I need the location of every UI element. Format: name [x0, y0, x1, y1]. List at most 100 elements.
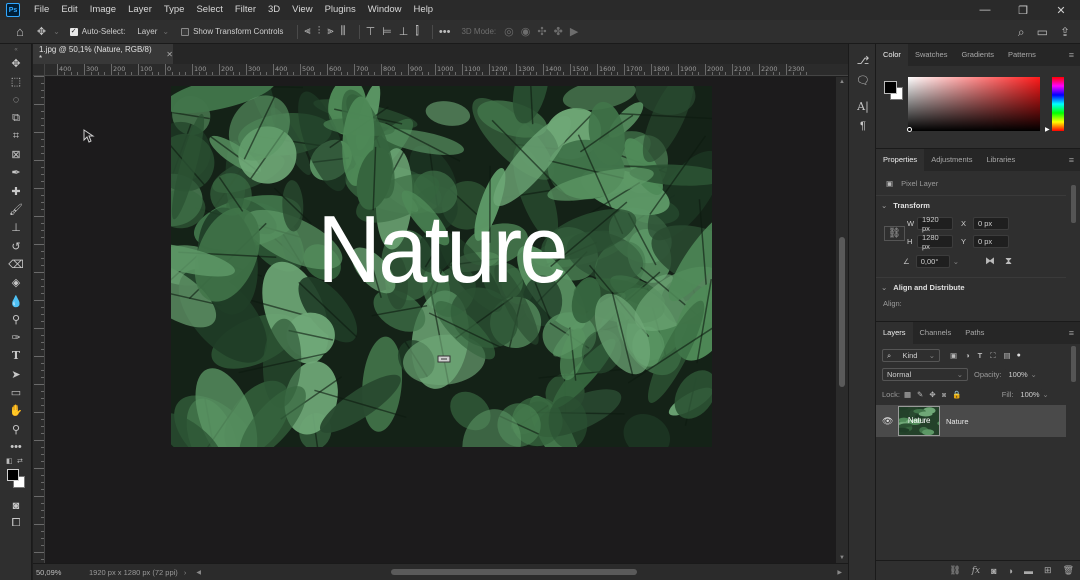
layer-row[interactable]: 👁 Nature Nature: [876, 405, 1066, 437]
opacity-field[interactable]: 100%: [1004, 368, 1031, 381]
link-dimensions-icon[interactable]: ⛓: [884, 226, 905, 241]
move-tool-icon[interactable]: ✥: [0, 54, 32, 72]
blend-mode-dropdown[interactable]: Normal ⌄: [882, 368, 968, 381]
blur-tool-icon[interactable]: 💧: [0, 292, 32, 310]
menu-window[interactable]: Window: [362, 0, 408, 20]
chevron-down-icon[interactable]: ⌄: [53, 27, 60, 36]
hue-slider[interactable]: [1052, 77, 1064, 131]
lock-position-icon[interactable]: ✥: [929, 390, 935, 399]
panel-menu-icon[interactable]: ≡: [1069, 328, 1074, 338]
align-section-title[interactable]: Align and Distribute: [893, 283, 964, 292]
hue-slider-handle-icon[interactable]: ▶: [1045, 126, 1050, 133]
menu-edit[interactable]: Edit: [55, 0, 83, 20]
menu-select[interactable]: Select: [190, 0, 228, 20]
search-icon[interactable]: ⌕: [1018, 25, 1025, 40]
foreground-color-chip[interactable]: [884, 81, 897, 94]
panel-menu-icon[interactable]: ≡: [1069, 50, 1074, 60]
share-icon[interactable]: ⇪: [1060, 25, 1070, 39]
hand-tool-icon[interactable]: ✋: [0, 402, 32, 420]
distribute-icon[interactable]: ⫼: [341, 25, 346, 38]
properties-scrollbar[interactable]: [1071, 185, 1076, 223]
path-selection-tool-icon[interactable]: ➤: [0, 365, 32, 383]
eyedropper-tool-icon[interactable]: ✒: [0, 164, 32, 182]
history-brush-tool-icon[interactable]: ↺: [0, 237, 32, 255]
filter-smart-object-icon[interactable]: ▤: [1003, 351, 1010, 360]
marquee-tool-icon[interactable]: ⬚: [0, 72, 32, 90]
zoom-tool-icon[interactable]: ⚲: [0, 420, 32, 438]
pen-tool-icon[interactable]: ✑: [0, 328, 32, 346]
vertical-ruler[interactable]: [33, 76, 45, 564]
tab-color[interactable]: Color: [876, 44, 908, 66]
lock-image-icon[interactable]: ✎: [917, 390, 923, 399]
new-adjustment-icon[interactable]: ◑: [1008, 566, 1013, 576]
tab-channels[interactable]: Channels: [913, 322, 959, 344]
color-swatches[interactable]: ◧ ⇄: [0, 457, 31, 497]
healing-brush-tool-icon[interactable]: ✚: [0, 182, 32, 200]
menu-plugins[interactable]: Plugins: [319, 0, 362, 20]
filter-shape-icon[interactable]: ⛶: [990, 351, 995, 361]
default-colors-icon[interactable]: ◧: [6, 457, 13, 465]
nature-text-layer[interactable]: Nature: [193, 202, 691, 298]
crop-tool-icon[interactable]: ⌗: [0, 127, 32, 145]
brush-tool-icon[interactable]: 🖌: [0, 200, 32, 218]
new-layer-icon[interactable]: ⊞: [1044, 565, 1052, 576]
chevron-down-icon[interactable]: ⌄: [1031, 370, 1037, 379]
checkbox-checked-icon[interactable]: [69, 27, 78, 36]
align-right-icon[interactable]: ⫸: [327, 25, 333, 38]
show-transform-checkbox[interactable]: Show Transform Controls: [181, 27, 283, 36]
auto-select-target-dropdown[interactable]: Layer ⌄: [133, 24, 173, 39]
align-top-icon[interactable]: ⊤: [366, 25, 376, 38]
frame-tool-icon[interactable]: ⊠: [0, 145, 32, 163]
x-field[interactable]: 0 px: [973, 217, 1009, 230]
eraser-tool-icon[interactable]: ⌫: [0, 255, 32, 273]
distribute-vertical-icon[interactable]: ⫿: [415, 25, 419, 38]
checkbox-icon[interactable]: [181, 27, 190, 36]
color-picker-marker[interactable]: [907, 127, 912, 132]
paragraph-panel-icon[interactable]: ¶: [849, 116, 877, 136]
flip-horizontal-icon[interactable]: ⧓: [985, 256, 995, 267]
menu-type[interactable]: Type: [158, 0, 191, 20]
filter-pixel-icon[interactable]: ▣: [950, 351, 957, 360]
filter-type-icon[interactable]: T: [978, 351, 983, 360]
transform-section-title[interactable]: Transform: [893, 201, 930, 210]
workspace-icon[interactable]: ▭: [1037, 25, 1048, 39]
tab-paths[interactable]: Paths: [958, 322, 991, 344]
tab-libraries[interactable]: Libraries: [979, 149, 1022, 171]
delete-layer-icon[interactable]: 🗑: [1063, 565, 1074, 576]
color-picker-field[interactable]: [908, 77, 1040, 131]
tab-gradients[interactable]: Gradients: [954, 44, 1001, 66]
scroll-up-icon[interactable]: ▲: [839, 79, 845, 85]
scroll-left-icon[interactable]: ◀: [196, 569, 201, 576]
foreground-color-swatch[interactable]: [7, 468, 19, 481]
width-field[interactable]: 1920 px: [917, 215, 953, 233]
lock-artboard-icon[interactable]: ⧈: [942, 390, 947, 400]
swap-colors-icon[interactable]: ⇄: [17, 457, 23, 465]
menu-image[interactable]: Image: [84, 0, 122, 20]
lock-all-icon[interactable]: 🔒: [952, 390, 961, 399]
align-center-icon[interactable]: ⫶: [318, 25, 321, 38]
document-tab[interactable]: 1.jpg @ 50,1% (Nature, RGB/8) * ✕: [33, 44, 173, 64]
tab-swatches[interactable]: Swatches: [908, 44, 955, 66]
history-panel-icon[interactable]: ⎇: [849, 50, 877, 70]
minimize-icon[interactable]: —: [966, 0, 1004, 20]
layer-filter-dropdown[interactable]: ⌕ Kind ⌄: [882, 349, 940, 362]
new-group-icon[interactable]: ▬: [1024, 566, 1033, 576]
clone-stamp-tool-icon[interactable]: ⊥: [0, 219, 32, 237]
close-icon[interactable]: ✕: [1042, 0, 1080, 20]
lasso-tool-icon[interactable]: ◌: [0, 91, 32, 109]
visibility-eye-icon[interactable]: 👁: [882, 416, 893, 427]
panel-menu-icon[interactable]: ≡: [1069, 155, 1074, 165]
comments-panel-icon[interactable]: 🗨: [849, 70, 877, 90]
tab-properties[interactable]: Properties: [876, 149, 925, 171]
rectangle-tool-icon[interactable]: ▭: [0, 383, 32, 401]
vertical-scrollbar[interactable]: ▲ ▼: [836, 77, 848, 563]
zoom-level[interactable]: 50,09%: [36, 568, 84, 577]
scroll-right-icon[interactable]: ▶: [837, 569, 842, 576]
document-image[interactable]: Nature: [171, 86, 712, 447]
pivot-point-icon[interactable]: [437, 354, 451, 364]
menu-help[interactable]: Help: [408, 0, 440, 20]
scroll-down-icon[interactable]: ▼: [839, 555, 845, 561]
move-tool-icon[interactable]: ✥: [37, 25, 46, 38]
dodge-tool-icon[interactable]: ⚲: [0, 310, 32, 328]
vertical-scroll-thumb[interactable]: [839, 237, 845, 387]
